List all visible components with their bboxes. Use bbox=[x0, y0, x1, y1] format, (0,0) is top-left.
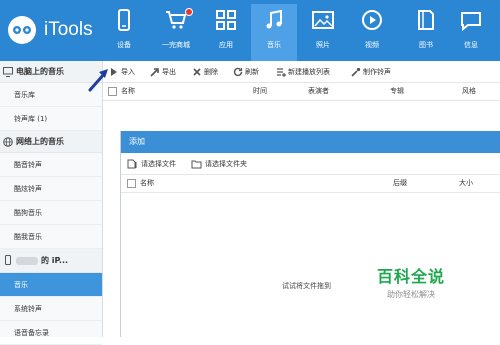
sidebar-item-ringtone-library[interactable]: 铃声库 (1) bbox=[0, 107, 102, 131]
sidebar-section-computer-music[interactable]: 电脑上的音乐 bbox=[0, 61, 102, 83]
nav-messages-label: 信息 bbox=[464, 41, 478, 49]
file-icon bbox=[127, 159, 137, 169]
dialog-title: 添加 bbox=[121, 131, 500, 153]
sidebar-section-online-music[interactable]: 网络上的音乐 bbox=[0, 131, 102, 153]
select-file-button[interactable]: 请选择文件 bbox=[127, 159, 176, 169]
nav-apps[interactable]: 应用 bbox=[203, 4, 249, 58]
drop-hint-text: 试试将文件拖到 bbox=[282, 282, 331, 290]
make-ringtone-button[interactable]: 制作铃声 bbox=[351, 65, 391, 79]
watermark-subtitle: 助你轻松解决 bbox=[387, 290, 435, 299]
sidebar-item-kuwo-music[interactable]: 酷我音乐 bbox=[0, 225, 102, 249]
sidebar-item-kuyin-ringtone[interactable]: 酷音铃声 bbox=[0, 153, 102, 177]
dialog-column-ext[interactable]: 后缀 bbox=[393, 178, 407, 188]
folder-icon bbox=[191, 160, 202, 169]
export-button[interactable]: 导出 bbox=[150, 65, 176, 79]
dialog-select-all-checkbox[interactable] bbox=[127, 179, 136, 188]
column-album[interactable]: 专辑 bbox=[390, 86, 404, 96]
ringtone-icon bbox=[351, 67, 361, 77]
nav-music-label: 音乐 bbox=[267, 41, 281, 49]
export-icon bbox=[150, 68, 159, 77]
device-name-blurred bbox=[16, 256, 38, 265]
sidebar: 电脑上的音乐 音乐库 铃声库 (1) 网络上的音乐 酷音铃声 酷炫铃声 酷狗音乐… bbox=[0, 61, 103, 345]
nav-books-label: 图书 bbox=[419, 41, 433, 49]
nav-messages[interactable]: 信息 bbox=[448, 4, 494, 58]
column-time[interactable]: 时间 bbox=[253, 86, 267, 96]
app-logo: iTools bbox=[8, 14, 108, 48]
add-dialog: 添加 请选择文件 请选择文件夹 名称 后缀 大小 试试将文件拖到 bbox=[120, 131, 500, 337]
sidebar-item-voice-memos[interactable]: 语音备忘录 bbox=[0, 321, 102, 345]
sidebar-item-system-ringtone[interactable]: 系统铃声 bbox=[0, 297, 102, 321]
sidebar-section-device[interactable]: 的 iP... bbox=[0, 249, 102, 273]
sidebar-section-label: 网络上的音乐 bbox=[16, 137, 64, 146]
nav-photos-label: 照片 bbox=[316, 41, 330, 49]
annotation-arrow-icon bbox=[88, 69, 108, 92]
dialog-list-header: 名称 后缀 大小 bbox=[121, 175, 500, 193]
refresh-button[interactable]: 刷新 bbox=[233, 65, 259, 79]
logo-icon bbox=[8, 16, 36, 44]
apps-icon bbox=[216, 10, 236, 30]
notification-badge bbox=[185, 8, 193, 16]
sidebar-section-label: 的 iP... bbox=[41, 256, 69, 265]
watermark: 百科全说 助你轻松解决 bbox=[364, 263, 458, 300]
phone-icon bbox=[5, 255, 11, 265]
nav-device[interactable]: 设备 bbox=[101, 4, 147, 58]
nav-books[interactable]: 图书 bbox=[403, 4, 449, 58]
nav-video-label: 视频 bbox=[365, 41, 379, 49]
top-navigation-bar: iTools 设备 一完商城 应用 音乐 照片 视频 图书 信息 bbox=[0, 0, 500, 61]
dialog-column-size[interactable]: 大小 bbox=[459, 178, 473, 188]
column-name[interactable]: 名称 bbox=[121, 86, 135, 96]
delete-button[interactable]: 删除 bbox=[192, 65, 218, 79]
nav-apps-label: 应用 bbox=[219, 41, 233, 49]
select-folder-button[interactable]: 请选择文件夹 bbox=[191, 159, 247, 169]
monitor-icon bbox=[3, 67, 13, 77]
video-icon bbox=[362, 10, 382, 30]
sidebar-item-music-library[interactable]: 音乐库 bbox=[0, 83, 102, 107]
nav-music[interactable]: 音乐 bbox=[251, 4, 297, 61]
music-list-header: 名称 时间 表演者 专辑 风格 bbox=[103, 83, 500, 101]
nav-device-label: 设备 bbox=[117, 41, 131, 49]
new-playlist-button[interactable]: 新建播放列表 bbox=[276, 65, 330, 79]
column-style[interactable]: 风格 bbox=[462, 86, 476, 96]
delete-icon bbox=[193, 68, 201, 76]
refresh-icon bbox=[233, 67, 243, 77]
nav-photos[interactable]: 照片 bbox=[300, 4, 346, 58]
nav-video[interactable]: 视频 bbox=[349, 4, 395, 58]
message-icon bbox=[461, 12, 481, 32]
sidebar-item-kugou-music[interactable]: 酷狗音乐 bbox=[0, 201, 102, 225]
sidebar-item-device-music[interactable]: 音乐 bbox=[0, 273, 102, 297]
sidebar-item-kuxuan-ringtone[interactable]: 酷炫铃声 bbox=[0, 177, 102, 201]
watermark-title: 百科全说 bbox=[376, 267, 445, 286]
dialog-toolbar: 请选择文件 请选择文件夹 bbox=[121, 153, 500, 175]
nav-store[interactable]: 一完商城 bbox=[153, 4, 199, 58]
music-icon bbox=[266, 9, 282, 29]
app-name: iTools bbox=[44, 19, 93, 40]
phone-icon bbox=[118, 9, 130, 31]
nav-store-label: 一完商城 bbox=[162, 41, 190, 49]
photo-icon bbox=[312, 11, 334, 29]
book-icon bbox=[418, 10, 434, 30]
globe-icon bbox=[3, 137, 13, 147]
sidebar-section-label: 电脑上的音乐 bbox=[16, 67, 64, 76]
music-toolbar: 导入 导出 删除 刷新 新建播放列表 制作铃声 bbox=[103, 61, 500, 83]
dialog-column-name[interactable]: 名称 bbox=[140, 178, 154, 188]
playlist-icon bbox=[277, 68, 286, 77]
column-artist[interactable]: 表演者 bbox=[308, 86, 329, 96]
